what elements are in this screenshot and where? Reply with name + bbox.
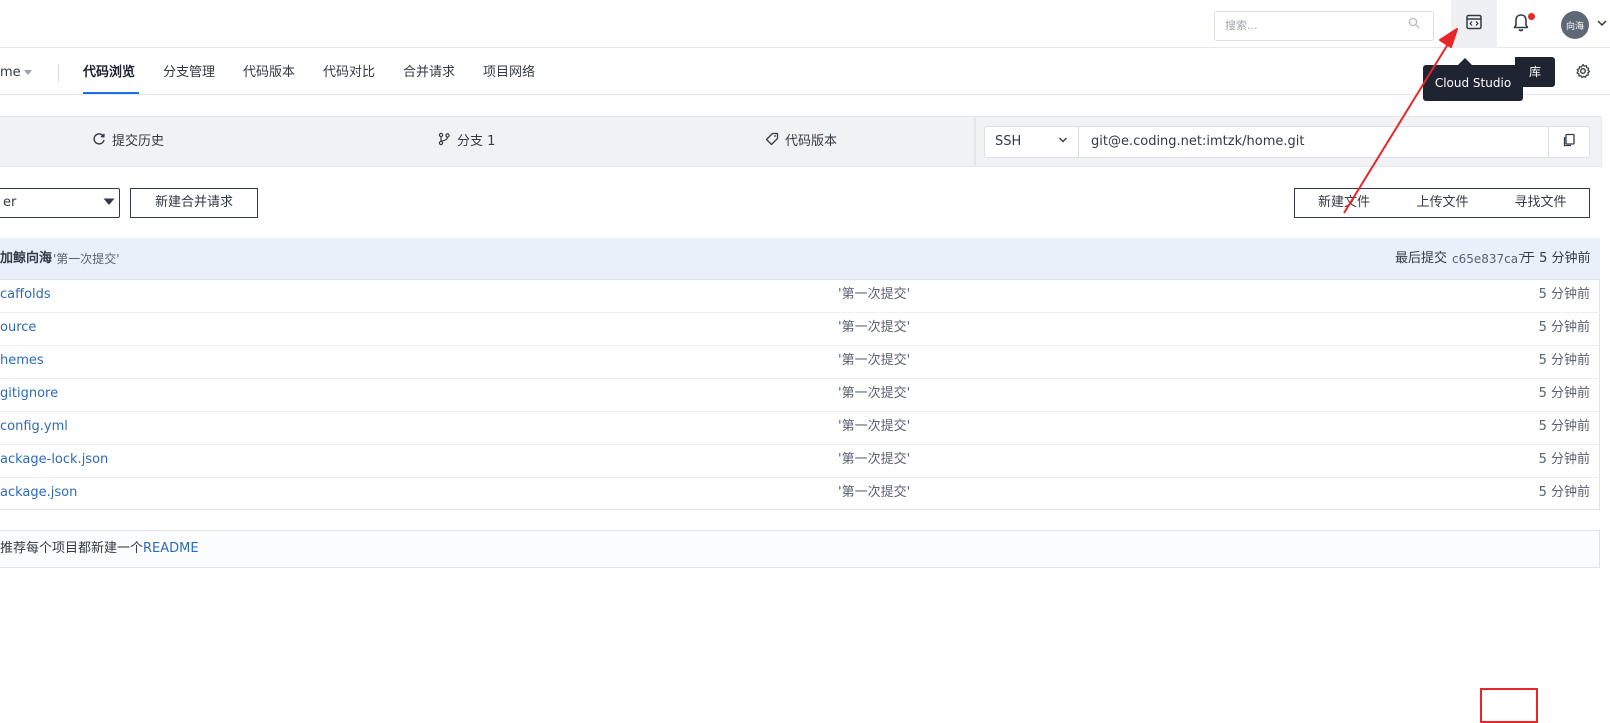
file-time: 5 分钟前 [1538,452,1590,467]
clone-url-field[interactable]: git@e.coding.net:imtzk/home.git [1078,126,1549,158]
cloud-studio-tooltip: Cloud Studio [1423,65,1523,101]
nav-divider [58,64,59,82]
file-commit-message[interactable]: '第一次提交' [838,417,910,437]
avatar[interactable]: 向海 [1561,11,1589,39]
commit-time: 于 5 分钟前 [1522,251,1591,266]
find-file-button[interactable]: 寻找文件 [1492,188,1590,218]
table-row [0,412,1600,445]
table-row [0,445,1600,478]
tooltip-arrow [1458,58,1472,65]
branch-icon [437,132,451,153]
copy-icon [1562,133,1576,151]
file-commit-message[interactable]: '第一次提交' [838,483,910,503]
branch-select[interactable]: er [0,188,120,218]
tab-branches[interactable]: 分支管理 [163,62,215,84]
tab-network[interactable]: 项目网络 [483,62,535,84]
table-row [0,313,1600,346]
file-time: 5 分钟前 [1538,386,1590,401]
new-merge-request-button[interactable]: 新建合并请求 [130,188,258,218]
file-time: 5 分钟前 [1538,320,1590,335]
file-time: 5 分钟前 [1538,419,1590,434]
file-commit-message[interactable]: '第一次提交' [838,318,910,338]
readme-link[interactable]: README [143,541,199,556]
cloud-studio-button[interactable] [1451,0,1497,48]
last-commit-label: 最后提交 [1395,251,1448,266]
caret-down-icon [103,189,115,217]
tag-icon [765,132,779,153]
chevron-down-icon [1058,127,1068,157]
caret-down-icon[interactable] [24,70,32,75]
tab-code-browse[interactable]: 代码浏览 [83,62,135,84]
clone-protocol-select[interactable]: SSH [984,126,1079,158]
settings-button[interactable] [1572,62,1594,84]
file-name[interactable]: ackage-lock.json [0,450,108,470]
tab-compare[interactable]: 代码对比 [323,62,375,84]
table-row [0,379,1600,412]
file-name[interactable]: ource [0,318,36,338]
tab-tags[interactable]: 代码版本 [243,62,295,84]
active-tab-indicator [83,92,139,94]
file-time: 5 分钟前 [1538,287,1590,302]
history-icon [92,132,106,153]
table-row [0,280,1600,313]
tags-link[interactable]: 代码版本 [765,132,837,152]
readme-hint: 推荐每个项目都新建一个README [0,541,199,556]
file-name[interactable]: caffolds [0,285,51,305]
commit-hash[interactable]: c65e837ca7 [1452,249,1526,269]
copy-url-button[interactable] [1548,126,1590,158]
tab-merge-requests[interactable]: 合并请求 [403,62,455,84]
cloud-studio-icon [1465,13,1483,35]
file-name[interactable]: gitignore [0,384,58,404]
last-commit-header [0,238,1600,280]
table-row [0,346,1600,379]
new-file-button[interactable]: 新建文件 [1294,188,1394,218]
file-name[interactable]: config.yml [0,417,68,437]
notification-badge [1528,13,1535,20]
file-name[interactable]: hemes [0,351,44,371]
file-commit-message[interactable]: '第一次提交' [838,285,910,305]
file-time: 5 分钟前 [1538,485,1590,500]
chevron-down-icon[interactable] [1596,17,1608,29]
commit-message[interactable]: '第一次提交' [53,249,120,269]
branches-link[interactable]: 分支 1 [437,132,495,152]
search-input[interactable]: 搜索... [1214,11,1434,41]
commit-author[interactable]: 加鲸向海 [0,249,52,269]
file-commit-message[interactable]: '第一次提交' [838,351,910,371]
file-name[interactable]: ackage.json [0,483,77,503]
upload-file-button[interactable]: 上传文件 [1393,188,1493,218]
gear-icon [1575,63,1591,83]
search-icon [1408,17,1422,31]
annotation-box [1480,688,1538,723]
commit-history-link[interactable]: 提交历史 [92,132,164,152]
file-time: 5 分钟前 [1538,353,1590,368]
file-commit-message[interactable]: '第一次提交' [838,384,910,404]
readme-banner [0,530,1600,568]
repo-name[interactable]: me [0,63,21,83]
repo-nav-bar [0,48,1610,95]
file-commit-message[interactable]: '第一次提交' [838,450,910,470]
table-row [0,478,1600,511]
